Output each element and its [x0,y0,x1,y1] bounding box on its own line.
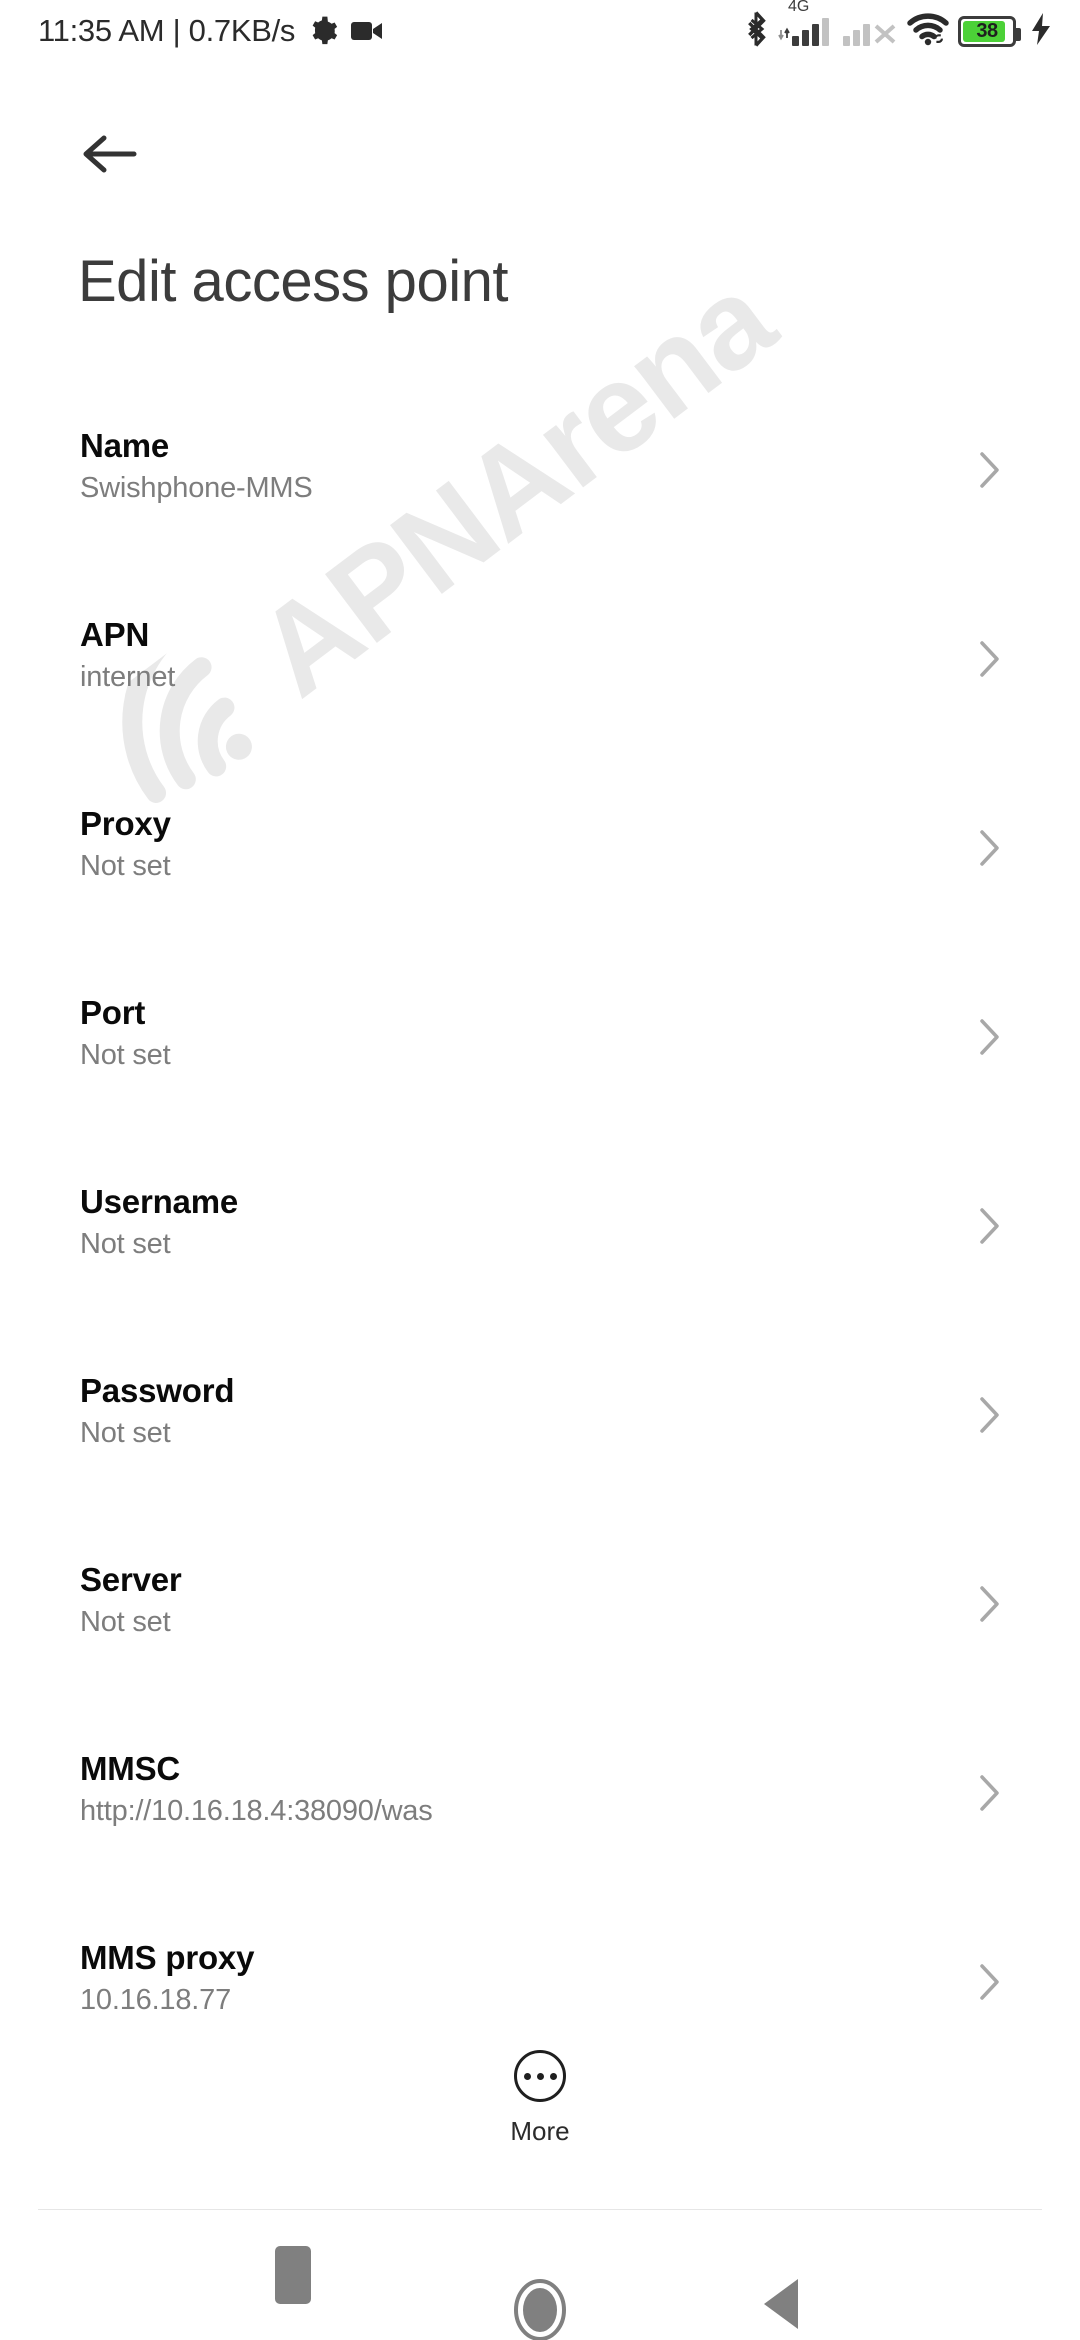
chevron-right-icon [978,639,1002,679]
row-label: MMSC [80,1750,181,1787]
more-label: More [510,2116,570,2146]
row-value: 10.16.18.77 [80,1984,231,2017]
row-value: Swishphone-MMS [80,472,313,505]
network-type-label: 4G [788,0,810,15]
dot [523,2072,531,2080]
dot [549,2072,557,2080]
battery-level-label: 38 [976,19,998,42]
chevron-right-icon [978,1773,1002,1813]
row-value: Not set [80,1228,171,1261]
signal-no-service-icon [843,16,898,46]
row-label: MMS proxy [80,1939,255,1976]
gear-icon [308,16,338,46]
settings-row-server[interactable]: Server Not set [0,1538,1080,1727]
data-arrows-icon [778,16,790,46]
settings-row-password[interactable]: Password Not set [0,1349,1080,1538]
row-label: Port [80,994,146,1031]
dot [536,2072,544,2080]
signal-bars-sim2 [843,16,870,46]
chevron-right-icon [978,1584,1002,1624]
page-title: Edit access point [78,249,508,314]
settings-list: Name Swishphone-MMS APN internet Proxy N… [0,404,1080,2105]
signal-4g-icon: 4G [778,0,829,46]
triangle-left-icon [764,2279,798,2329]
row-label: Server [80,1561,182,1598]
video-camera-icon [351,19,383,43]
row-label: Username [80,1183,238,1220]
battery-icon: 38 [958,15,1021,47]
chevron-right-icon [978,1962,1002,2002]
row-label: Name [80,427,170,464]
status-bar-left: 11:35 AM | 0.7KB/s [38,13,383,49]
row-value: internet [80,661,176,694]
settings-row-mmsc[interactable]: MMSC http://10.16.18.4:38090/was [0,1727,1080,1916]
settings-row-port[interactable]: Port Not set [0,971,1080,1160]
chevron-right-icon [978,1017,1002,1057]
row-label: APN [80,616,150,653]
row-value: Not set [80,850,171,883]
status-bar-right: 4G 38 [734,0,1052,52]
three-dots-circle-icon [514,2050,566,2102]
phone-screen: APNArena 11:35 AM | 0.7KB/s 4G 38 Edit a… [0,0,1080,2340]
chevron-right-icon [978,1206,1002,1246]
chevron-right-icon [978,450,1002,490]
row-value: Not set [80,1417,171,1450]
row-value: Not set [80,1039,171,1072]
charging-bolt-icon [1030,12,1052,50]
home-circle-icon [514,2279,566,2340]
signal-bars [792,16,829,46]
system-nav-bar [0,2210,1080,2340]
row-label: Proxy [80,805,171,842]
row-label: Password [80,1372,235,1409]
arrow-left-icon [83,135,137,173]
link-icon [934,33,943,43]
settings-row-proxy[interactable]: Proxy Not set [0,782,1080,971]
status-clock-and-rate: 11:35 AM | 0.7KB/s [38,13,296,48]
settings-row-name[interactable]: Name Swishphone-MMS [0,404,1080,593]
settings-row-apn[interactable]: APN internet [0,593,1080,782]
more-button[interactable]: More [0,2050,1080,2147]
bluetooth-icon [743,10,769,52]
nav-recents-button[interactable] [275,2246,311,2304]
status-bar: 11:35 AM | 0.7KB/s 4G 38 [0,0,1080,62]
chevron-right-icon [978,828,1002,868]
chevron-right-icon [978,1395,1002,1435]
settings-row-username[interactable]: Username Not set [0,1160,1080,1349]
wifi-icon [907,12,949,51]
row-value: http://10.16.18.4:38090/was [80,1795,433,1828]
back-button[interactable] [78,122,142,186]
row-value: Not set [80,1606,171,1639]
